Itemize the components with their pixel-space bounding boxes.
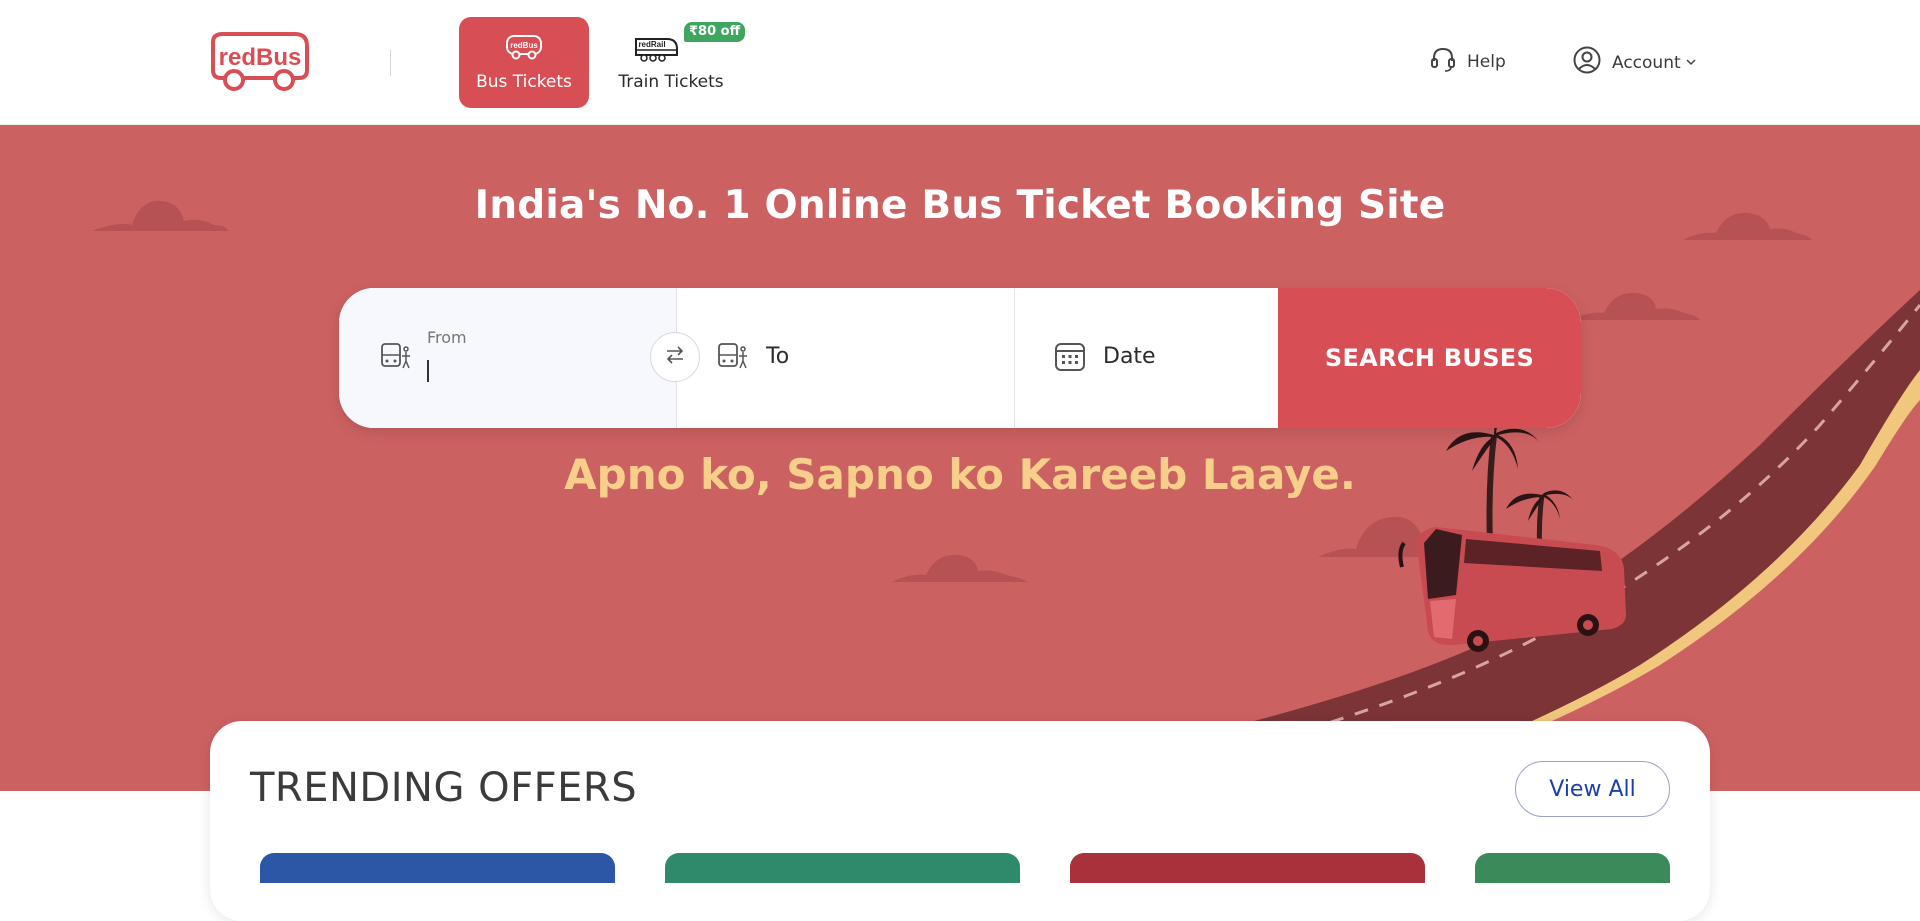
bus-search-form: From To Date SEARCH BUSES	[339, 288, 1581, 428]
tab-bus-tickets[interactable]: redBus Bus Tickets	[459, 17, 589, 108]
train-icon: redRail	[633, 33, 679, 67]
hero-title: India's No. 1 Online Bus Ticket Booking …	[474, 183, 1446, 228]
date-label: Date	[1103, 344, 1156, 369]
swap-arrows-icon	[664, 344, 686, 370]
search-buses-button[interactable]: SEARCH BUSES	[1278, 288, 1581, 428]
bus-icon: redBus	[504, 33, 544, 65]
bus-stop-icon	[380, 341, 412, 375]
text-cursor	[427, 360, 429, 382]
headset-icon	[1429, 45, 1457, 78]
bus-stop-icon	[717, 341, 749, 375]
user-icon	[1572, 45, 1602, 80]
trending-offers-section: TRENDING OFFERS View All	[210, 721, 1710, 921]
hero-tagline: Apno ko, Sapno ko Kareeb Laaye.	[564, 450, 1356, 499]
header-divider	[390, 50, 391, 76]
account-label: Account	[1612, 52, 1681, 73]
view-all-button[interactable]: View All	[1515, 761, 1670, 817]
offer-card[interactable]	[1070, 853, 1425, 883]
train-offer-badge: ₹80 off	[684, 22, 746, 42]
hero-banner: India's No. 1 Online Bus Ticket Booking …	[0, 125, 1920, 791]
from-label: From	[427, 328, 467, 347]
tab-bus-tickets-label: Bus Tickets	[476, 72, 572, 92]
redrail-logo-text: redRail	[638, 40, 665, 49]
from-field[interactable]: From	[339, 288, 677, 428]
help-link[interactable]: Help	[1429, 45, 1506, 78]
offers-title: TRENDING OFFERS	[250, 765, 638, 811]
bus-illustration	[1398, 527, 1626, 652]
to-field[interactable]: To	[677, 288, 1015, 428]
logo-text: redBus	[219, 44, 302, 71]
svg-text:redBus: redBus	[510, 41, 538, 50]
to-label: To	[766, 344, 790, 369]
swap-cities-button[interactable]	[650, 332, 700, 382]
top-header: redBus redBus Bus Tickets redRail Train …	[0, 0, 1920, 125]
calendar-icon	[1054, 340, 1086, 376]
tab-train-tickets-label: Train Tickets	[618, 72, 724, 92]
help-label: Help	[1467, 51, 1506, 72]
offer-card[interactable]	[665, 853, 1020, 883]
redbus-logo[interactable]: redBus	[207, 32, 311, 94]
date-field[interactable]: Date	[1015, 288, 1278, 428]
offer-card[interactable]	[1475, 853, 1670, 883]
offer-card[interactable]	[260, 853, 615, 883]
chevron-down-icon	[1685, 53, 1697, 73]
account-menu[interactable]: Account	[1572, 45, 1697, 80]
